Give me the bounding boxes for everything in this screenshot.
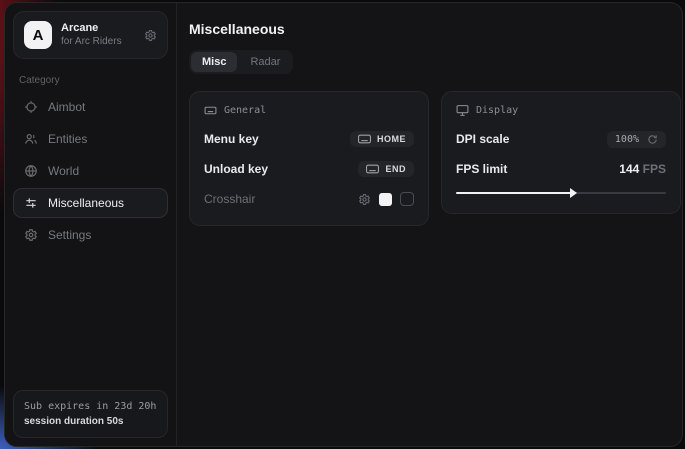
keyboard-icon (358, 134, 371, 144)
sidebar-item-settings[interactable]: Settings (13, 220, 168, 250)
page-title: Miscellaneous (189, 21, 681, 37)
app-subtitle: for Arc Riders (61, 36, 135, 49)
sidebar-item-label: Settings (48, 228, 91, 242)
app-window: A Arcane for Arc Riders Category (4, 2, 683, 447)
menu-key-button[interactable]: HOME (350, 131, 414, 147)
category-label: Category (19, 75, 162, 86)
unload-key-button[interactable]: END (358, 161, 414, 177)
sidebar-item-miscellaneous[interactable]: Miscellaneous (13, 188, 168, 218)
panel-title: Display (476, 105, 518, 116)
crosshair-settings-gear-icon[interactable] (358, 193, 371, 206)
profile-gear-icon[interactable] (144, 29, 157, 42)
sub-expiry-text: Sub expires in 23d 20h (24, 399, 157, 414)
panel-title: General (224, 105, 266, 116)
unload-key-row: Unload key END (204, 157, 414, 181)
entities-icon (23, 132, 38, 146)
subscription-card: Sub expires in 23d 20h session duration … (13, 390, 168, 438)
sidebar: A Arcane for Arc Riders Category (5, 3, 177, 446)
globe-icon (23, 164, 38, 178)
menu-key-label: Menu key (204, 132, 259, 146)
sidebar-item-label: Aimbot (48, 100, 85, 114)
main-content: Miscellaneous Misc Radar General Menu ke… (177, 3, 683, 446)
crosshair-checkbox[interactable] (400, 192, 414, 206)
fps-limit-row: FPS limit 144 FPS (456, 157, 666, 181)
slider-thumb[interactable] (570, 188, 577, 198)
slider-fill (456, 192, 572, 194)
crosshair-row: Crosshair (204, 187, 414, 211)
session-duration-text: session duration 50s (24, 414, 157, 429)
gear-icon (23, 228, 38, 242)
tab-bar: Misc Radar (189, 50, 293, 74)
sliders-icon (23, 196, 38, 210)
crosshair-color-swatch[interactable] (379, 193, 392, 206)
tab-radar[interactable]: Radar (239, 52, 291, 72)
sidebar-item-label: Entities (48, 132, 87, 146)
sidebar-item-world[interactable]: World (13, 156, 168, 186)
menu-key-row: Menu key HOME (204, 127, 414, 151)
fps-limit-value: 144 FPS (619, 162, 666, 176)
dpi-scale-control[interactable]: 100% (607, 131, 666, 148)
profile-card: A Arcane for Arc Riders (13, 11, 168, 59)
display-panel: Display DPI scale 100% FPS limit (441, 91, 681, 214)
tab-misc[interactable]: Misc (191, 52, 237, 72)
refresh-icon[interactable] (647, 134, 658, 145)
dpi-scale-row: DPI scale 100% (456, 127, 666, 151)
sidebar-item-aimbot[interactable]: Aimbot (13, 92, 168, 122)
app-title: Arcane (61, 22, 135, 36)
crosshair-icon (23, 100, 38, 114)
dpi-scale-value: 100% (615, 134, 639, 145)
keyboard-panel-icon (204, 104, 217, 117)
monitor-icon (456, 104, 469, 117)
avatar: A (24, 21, 52, 49)
sidebar-item-label: Miscellaneous (48, 196, 124, 210)
general-panel: General Menu key HOME Unload key (189, 91, 429, 226)
dpi-scale-label: DPI scale (456, 132, 509, 146)
crosshair-label: Crosshair (204, 192, 255, 206)
fps-limit-slider[interactable] (456, 187, 666, 199)
fps-limit-label: FPS limit (456, 162, 507, 176)
unload-key-label: Unload key (204, 162, 268, 176)
sidebar-item-label: World (48, 164, 79, 178)
keyboard-icon (366, 164, 379, 174)
sidebar-item-entities[interactable]: Entities (13, 124, 168, 154)
sidebar-nav: Aimbot Entities World (13, 92, 168, 250)
